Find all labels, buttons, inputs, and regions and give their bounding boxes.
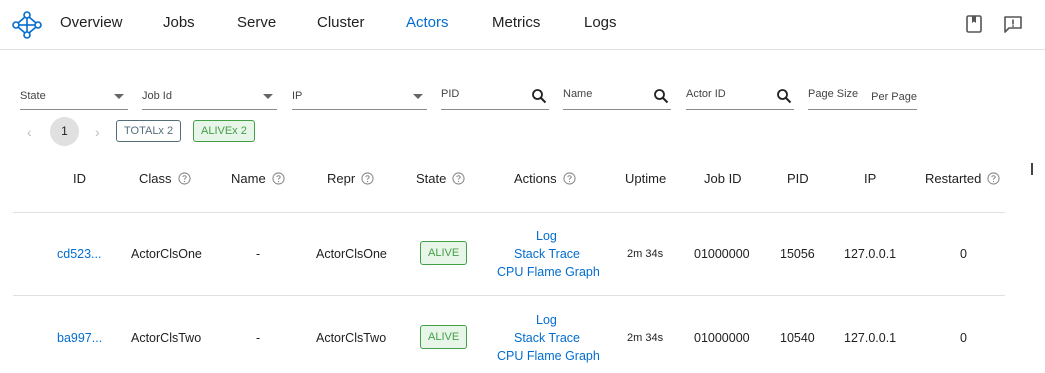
row-divider — [13, 295, 1005, 296]
book-icon[interactable] — [964, 14, 984, 34]
cpu-flame-graph-link[interactable]: CPU Flame Graph — [497, 265, 600, 279]
state-filter-label: State — [20, 90, 46, 102]
nav-metrics[interactable]: Metrics — [492, 14, 540, 31]
actor-ip: 127.0.0.1 — [844, 331, 897, 345]
actor-class: ActorClsTwo — [131, 331, 202, 345]
page-size-filter[interactable]: Page Size Per Page — [808, 84, 917, 110]
actor-restarted: 0 — [960, 247, 967, 261]
log-link[interactable]: Log — [536, 313, 557, 327]
next-page-button[interactable]: › — [95, 124, 100, 140]
header-name: Name — [231, 171, 285, 186]
header-state-label: State — [416, 171, 447, 186]
chevron-down-icon — [263, 94, 273, 99]
stack-trace-link[interactable]: Stack Trace — [514, 247, 580, 261]
cpu-flame-graph-link[interactable]: CPU Flame Graph — [497, 349, 600, 363]
actor-id-filter-label: Actor ID — [686, 88, 726, 100]
nav-overview[interactable]: Overview — [60, 14, 123, 31]
chevron-down-icon — [413, 94, 423, 99]
nav-actors[interactable]: Actors — [406, 14, 449, 31]
header-state: State — [416, 171, 465, 186]
help-icon[interactable] — [177, 172, 191, 185]
total-count-badge[interactable]: TOTALx 2 — [116, 120, 182, 142]
truncated-header-edge — [1031, 163, 1033, 175]
actor-uptime: 2m 34s — [627, 248, 664, 260]
ray-logo-icon[interactable] — [12, 10, 42, 40]
alive-count-badge[interactable]: ALIVEx 2 — [193, 120, 255, 142]
actor-class: ActorClsOne — [131, 247, 202, 261]
search-icon[interactable] — [776, 88, 792, 104]
header-actions: Actions — [514, 171, 576, 186]
name-filter-label: Name — [563, 88, 593, 100]
prev-page-button[interactable]: ‹ — [27, 124, 32, 140]
nav-cluster[interactable]: Cluster — [317, 14, 365, 31]
actor-ip: 127.0.0.1 — [844, 247, 897, 261]
header-class: Class — [139, 171, 191, 186]
actor-job-id: 01000000 — [694, 247, 750, 261]
nav-logs[interactable]: Logs — [584, 14, 617, 31]
search-icon[interactable] — [653, 88, 669, 104]
nav-jobs[interactable]: Jobs — [163, 14, 195, 31]
actor-repr: ActorClsOne — [316, 247, 387, 261]
stack-trace-link[interactable]: Stack Trace — [514, 331, 580, 345]
actor-job-id: 01000000 — [694, 331, 750, 345]
header-repr: Repr — [327, 171, 374, 186]
pid-filter-label: PID — [441, 88, 460, 100]
search-icon[interactable] — [531, 88, 547, 104]
row-divider — [13, 212, 1005, 213]
help-icon[interactable] — [563, 172, 576, 185]
actor-id-link[interactable]: ba997... — [57, 331, 102, 345]
header-uptime: Uptime — [625, 171, 667, 186]
header-restarted: Restarted — [925, 171, 1000, 186]
log-link[interactable]: Log — [536, 229, 557, 243]
chevron-down-icon — [114, 94, 124, 99]
status-badge: ALIVE — [420, 241, 468, 265]
state-filter[interactable]: State — [20, 84, 128, 110]
job-id-filter[interactable]: Job Id — [142, 84, 277, 110]
header-job-id: Job ID — [704, 171, 742, 186]
header-actions-label: Actions — [514, 171, 557, 186]
ip-filter[interactable]: IP — [292, 84, 427, 110]
actor-name: - — [256, 247, 261, 261]
actor-name: - — [256, 331, 261, 345]
header-repr-label: Repr — [327, 171, 356, 186]
page-size-label: Page Size — [808, 88, 859, 100]
top-nav-bar: Overview Jobs Serve Cluster Actors Metri… — [0, 0, 1045, 50]
header-name-label: Name — [231, 171, 266, 186]
actor-restarted: 0 — [960, 331, 967, 345]
feedback-icon[interactable] — [1003, 14, 1023, 34]
actor-repr: ActorClsTwo — [316, 331, 387, 345]
actor-pid: 15056 — [780, 247, 815, 261]
help-icon[interactable] — [452, 172, 465, 185]
help-icon[interactable] — [987, 172, 1000, 185]
per-page-value: Per Page — [871, 91, 917, 103]
header-ip: IP — [864, 171, 877, 186]
header-restarted-label: Restarted — [925, 171, 982, 186]
nav-serve[interactable]: Serve — [237, 14, 276, 31]
ip-filter-label: IP — [292, 90, 303, 102]
actor-id-link[interactable]: cd523... — [57, 247, 101, 261]
help-icon[interactable] — [272, 172, 285, 185]
name-filter[interactable]: Name — [563, 84, 671, 110]
pid-filter[interactable]: PID — [441, 84, 549, 110]
status-badge: ALIVE — [420, 325, 468, 349]
job-id-filter-label: Job Id — [142, 90, 172, 102]
header-class-label: Class — [139, 171, 172, 186]
actor-uptime: 2m 34s — [627, 332, 664, 344]
actor-id-filter[interactable]: Actor ID — [686, 84, 794, 110]
actor-pid: 10540 — [780, 331, 815, 345]
header-id: ID — [73, 171, 86, 186]
current-page-button[interactable]: 1 — [50, 117, 79, 146]
header-pid: PID — [787, 171, 809, 186]
help-icon[interactable] — [361, 172, 374, 185]
